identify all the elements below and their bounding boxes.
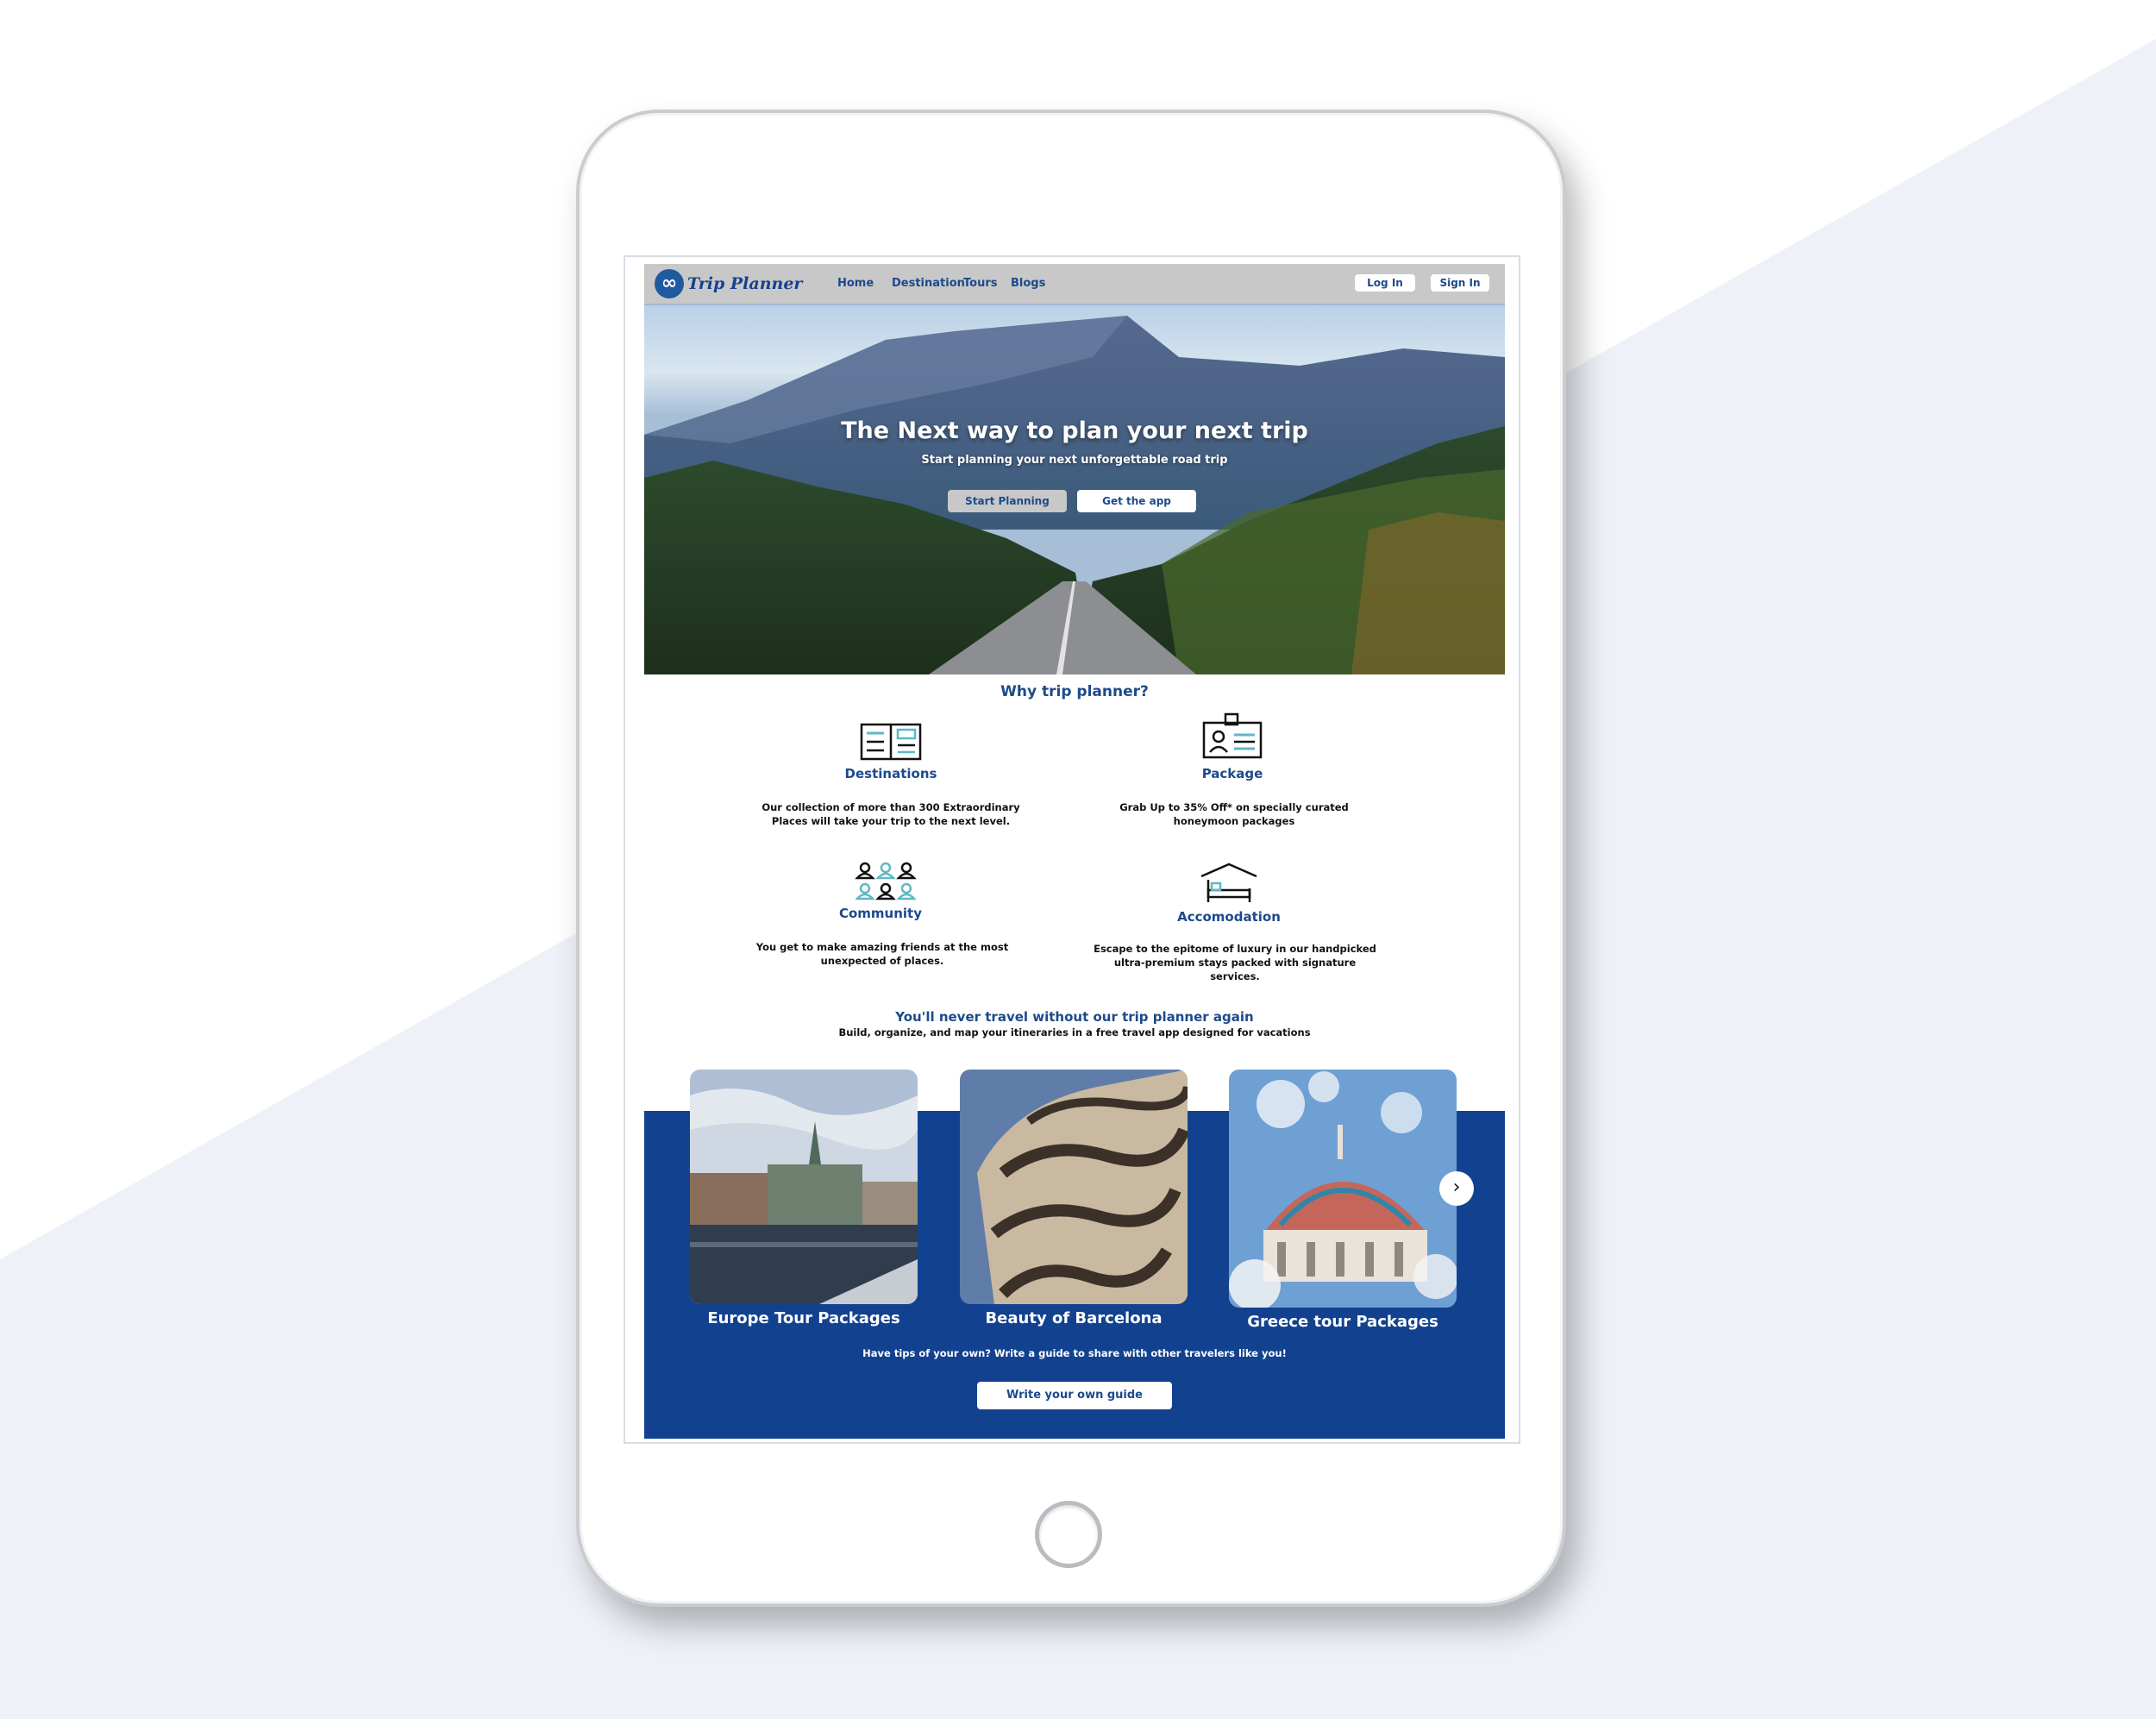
card-image-greece[interactable] [1229,1070,1457,1308]
promo-subtitle: Build, organize, and map your itinerarie… [838,1026,1311,1038]
carousel-next-icon[interactable]: › [1439,1171,1474,1206]
feature-desc-package: Grab Up to 35% Off* on specially curated… [1119,801,1349,827]
feature-desc-destinations: Our collection of more than 300 Extraord… [761,801,1020,827]
login-button[interactable]: Log In [1355,274,1415,292]
card-label-greece[interactable]: Greece tour Packages [1229,1313,1457,1331]
nav-link-destination[interactable]: Destination [892,277,965,290]
nav-link-tours[interactable]: Tours [963,277,997,290]
get-app-button[interactable]: Get the app [1077,490,1196,512]
feature-title-destinations: Destinations [844,766,937,781]
nav-link-home[interactable]: Home [837,277,874,290]
people-icon [855,862,917,900]
navbar: ∞ Trip Planner Home Destination Tours Bl… [644,264,1505,305]
website-page: ∞ Trip Planner Home Destination Tours Bl… [644,264,1505,1439]
tablet-screen: ∞ Trip Planner Home Destination Tours Bl… [624,255,1520,1444]
hero-subtitle: Start planning your next unforgettable r… [921,454,1228,467]
logo-text: Trip Planner [687,274,803,293]
logo-icon: ∞ [655,269,684,298]
card-label-barcelona[interactable]: Beauty of Barcelona [960,1309,1188,1327]
feature-desc-accomodation: Escape to the epitome of luxury in our h… [1094,943,1376,982]
tablet-home-button [1035,1501,1102,1568]
hero-image [644,316,1505,674]
why-title: Why trip planner? [1000,683,1149,700]
feature-desc-community: You get to make amazing friends at the m… [755,941,1009,967]
hero-title: The Next way to plan your next trip [841,417,1308,444]
hero-section: The Next way to plan your next trip Star… [644,305,1505,674]
card-image-barcelona[interactable] [960,1070,1188,1304]
card-label-europe[interactable]: Europe Tour Packages [690,1309,918,1327]
book-icon [860,723,922,761]
bed-icon [1200,863,1257,902]
id-card-icon [1202,712,1263,759]
logo[interactable]: ∞ Trip Planner [655,269,802,298]
card-image-europe[interactable] [690,1070,918,1304]
feature-title-accomodation: Accomodation [1177,909,1281,925]
nav-link-blogs[interactable]: Blogs [1011,277,1045,290]
promo-title: You'll never travel without our trip pla… [895,1009,1254,1025]
write-guide-button[interactable]: Write your own guide [977,1382,1172,1409]
guide-prompt-text: Have tips of your own? Write a guide to … [862,1347,1287,1359]
feature-title-package: Package [1201,766,1263,781]
signin-button[interactable]: Sign In [1431,274,1489,292]
start-planning-button[interactable]: Start Planning [948,490,1067,512]
feature-title-community: Community [838,906,923,921]
